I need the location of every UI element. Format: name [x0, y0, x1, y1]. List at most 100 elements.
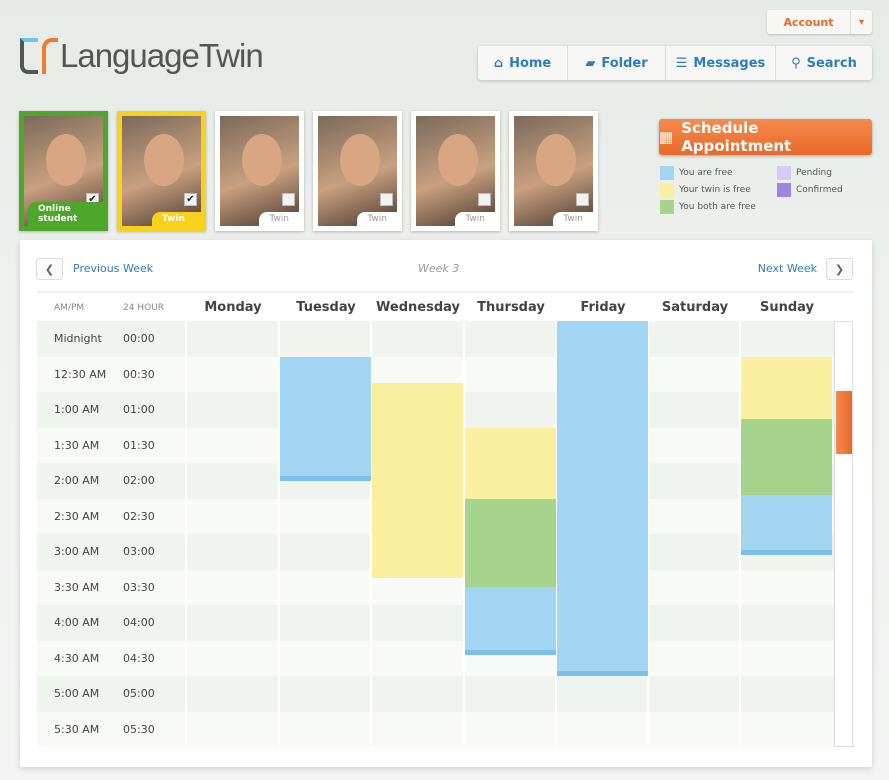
select-checkbox[interactable] [576, 193, 589, 206]
time-ampm: 1:30 AM [54, 438, 100, 452]
scrollbar-thumb[interactable] [836, 391, 852, 454]
folder-icon: ▰ [585, 55, 596, 71]
face [46, 134, 86, 186]
time-ampm: 5:30 AM [54, 722, 100, 736]
availability-block-blue[interactable] [280, 356, 371, 481]
time-24h: 01:30 [123, 438, 155, 452]
availability-block-yellow[interactable] [465, 427, 556, 499]
calendar-grid: Midnight 00:00 12:30 AM 00:30 1:00 AM 01:00 1:… [37, 321, 854, 747]
time-24h: 02:30 [123, 509, 155, 523]
legend-item: Your twin is free [660, 183, 751, 197]
time-row: 4:30 AM 04:30 [37, 640, 834, 676]
user-photo: Twin [318, 116, 397, 226]
list-icon: ☰ [675, 55, 688, 71]
time-row: 5:30 AM 05:30 [37, 711, 834, 747]
day-header-monday: Monday [204, 300, 262, 315]
time-ampm: Midnight [54, 332, 102, 346]
calendar-panel: ❮ Previous Week Week 3 Next Week ❯ AM/PM… [20, 240, 872, 767]
availability-block-blue[interactable] [741, 494, 832, 556]
legend-label: You both are free [679, 202, 756, 212]
time-24h: 04:00 [123, 616, 155, 630]
chevron-left-icon: ❮ [44, 262, 55, 276]
user-card[interactable]: ✔ Twin [117, 111, 206, 231]
availability-block-blue[interactable] [465, 587, 556, 655]
scrollbar[interactable] [834, 321, 853, 747]
face [144, 134, 184, 186]
select-checkbox[interactable] [478, 193, 491, 206]
user-card[interactable]: Twin [509, 111, 598, 231]
day-header-friday: Friday [580, 300, 626, 315]
legend-swatch [660, 183, 674, 197]
time-24h: 00:30 [123, 367, 155, 381]
legend-swatch [777, 183, 791, 197]
24hour-header: 24 HOUR [123, 303, 165, 313]
nav-folder[interactable]: ▰ Folder [568, 46, 666, 80]
previous-week-button[interactable]: ❮ [36, 258, 63, 280]
nav-label: Home [509, 55, 552, 71]
face [242, 134, 282, 186]
logo-mark-icon [20, 36, 60, 76]
user-card[interactable]: ✔ Online student [19, 111, 108, 231]
next-week-button[interactable]: ❯ [826, 258, 853, 280]
availability-block-yellow[interactable] [372, 383, 463, 579]
availability-block-green[interactable] [465, 498, 556, 588]
account-menu[interactable]: Account ▾ [767, 10, 872, 34]
time-24h: 02:00 [123, 474, 155, 488]
legend-item: You both are free [660, 200, 756, 214]
time-24h: 05:00 [123, 687, 155, 701]
home-icon: ⌂ [493, 55, 504, 71]
time-ampm: 3:00 AM [54, 545, 100, 559]
day-header-thursday: Thursday [477, 300, 545, 315]
user-card[interactable]: Twin [313, 111, 402, 231]
calendar-icon: ▦ [659, 128, 674, 146]
nav-home[interactable]: ⌂ Home [478, 46, 568, 80]
next-week-link[interactable]: Next Week [758, 262, 817, 275]
select-checkbox[interactable] [380, 193, 393, 206]
legend-label: Pending [796, 168, 832, 178]
chevron-right-icon: ❯ [834, 262, 845, 276]
time-24h: 05:30 [123, 722, 155, 736]
schedule-appointment-button[interactable]: ▦ Schedule Appointment [659, 119, 872, 155]
availability-block-blue[interactable] [557, 321, 648, 676]
user-photo: ✔ Online student [24, 116, 103, 226]
day-header-saturday: Saturday [661, 300, 729, 315]
card-label: Twin [357, 212, 397, 226]
time-24h: 03:30 [123, 580, 155, 594]
time-ampm: 4:00 AM [54, 616, 100, 630]
user-card[interactable]: Twin [411, 111, 500, 231]
time-24h: 04:30 [123, 651, 155, 665]
legend-swatch [660, 200, 674, 214]
search-icon: ⚲ [791, 55, 801, 71]
card-label: Twin [553, 212, 593, 226]
time-ampm: 4:30 AM [54, 651, 100, 665]
select-checkbox[interactable] [282, 193, 295, 206]
nav-search[interactable]: ⚲ Search [776, 46, 872, 80]
calendar-header: AM/PM 24 HOUR Monday Tuesday Wednesday Thur… [37, 291, 853, 321]
logo[interactable]: LanguageTwin [20, 36, 264, 76]
time-ampm: 2:30 AM [54, 509, 100, 523]
nav-label: Search [806, 55, 857, 71]
previous-week-link[interactable]: Previous Week [73, 262, 153, 275]
nav-messages[interactable]: ☰ Messages [666, 46, 776, 80]
face [340, 134, 380, 186]
time-24h: 03:00 [123, 545, 155, 559]
time-24h: 00:00 [123, 332, 155, 346]
legend-item: Pending [777, 166, 832, 180]
user-card[interactable]: Twin [215, 111, 304, 231]
nav-label: Folder [601, 55, 648, 71]
availability-block-green[interactable] [741, 418, 832, 495]
chevron-down-icon: ▾ [850, 10, 872, 34]
week-label: Week 3 [418, 262, 460, 275]
user-photo: Twin [220, 116, 299, 226]
legend-label: Your twin is free [679, 185, 751, 195]
day-header-wednesday: Wednesday [376, 300, 460, 315]
time-row: 5:00 AM 05:00 [37, 676, 834, 712]
select-checkbox[interactable]: ✔ [184, 193, 197, 206]
availability-block-yellow[interactable] [741, 356, 832, 419]
time-ampm: 2:00 AM [54, 474, 100, 488]
account-label: Account [783, 15, 834, 29]
card-label: Twin [455, 212, 495, 226]
user-photo: ✔ Twin [122, 116, 201, 226]
time-24h: 01:00 [123, 403, 155, 417]
time-ampm: 12:30 AM [54, 367, 107, 381]
